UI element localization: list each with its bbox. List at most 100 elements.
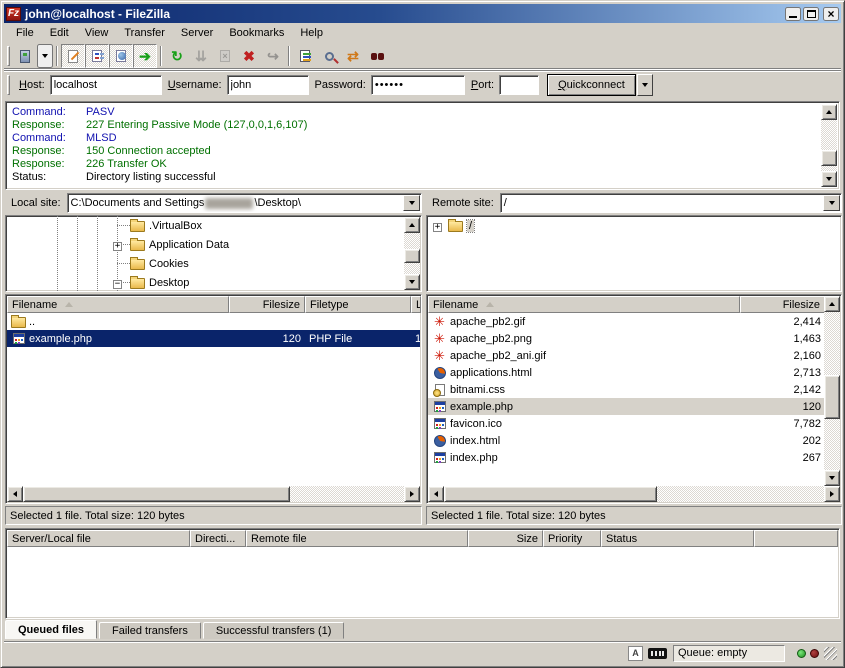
scroll-track[interactable]	[824, 312, 840, 470]
toggle-local-tree-button[interactable]	[85, 44, 109, 68]
file-row[interactable]: index.html202	[428, 432, 824, 449]
scroll-down-button[interactable]	[824, 470, 840, 486]
compare-button[interactable]	[317, 44, 341, 68]
file-row[interactable]: bitnami.css2,142	[428, 381, 824, 398]
menu-server[interactable]: Server	[173, 25, 221, 41]
speed-limit-icon[interactable]	[648, 648, 667, 659]
quickconnect-grip[interactable]	[7, 75, 10, 95]
scroll-thumb[interactable]	[824, 375, 840, 419]
scroll-up-button[interactable]	[404, 217, 420, 233]
scroll-thumb[interactable]	[444, 486, 657, 502]
host-input[interactable]	[50, 75, 162, 95]
scroll-track[interactable]	[404, 233, 420, 274]
cancel-button[interactable]: ×	[213, 44, 237, 68]
toolbar-grip[interactable]	[7, 46, 10, 66]
tab-failed-transfers[interactable]: Failed transfers	[99, 622, 201, 639]
column-header-filename[interactable]: Filename	[428, 296, 740, 313]
tab-queued-files[interactable]: Queued files	[5, 620, 97, 639]
menu-transfer[interactable]: Transfer	[116, 25, 173, 41]
scroll-thumb[interactable]	[23, 486, 290, 502]
process-queue-button[interactable]: ⇊	[189, 44, 213, 68]
queue-column-priority[interactable]: Priority	[543, 530, 601, 547]
scroll-left-button[interactable]	[428, 486, 444, 502]
username-input[interactable]	[227, 75, 309, 95]
remote-list-hscrollbar[interactable]	[428, 486, 840, 502]
scroll-down-button[interactable]	[404, 274, 420, 290]
scroll-thumb[interactable]	[404, 249, 420, 263]
tab-successful-transfers-1-[interactable]: Successful transfers (1)	[203, 622, 345, 639]
file-row[interactable]: applications.html2,713	[428, 364, 824, 381]
toggle-message-log-button[interactable]	[61, 44, 85, 68]
scroll-track[interactable]	[444, 486, 824, 502]
quickconnect-button[interactable]: Quickconnect	[547, 74, 636, 96]
file-row[interactable]: favicon.ico7,782	[428, 415, 824, 432]
local-list-hscrollbar[interactable]	[7, 486, 420, 502]
menu-view[interactable]: View	[77, 25, 117, 41]
queue-column-server-local-file[interactable]: Server/Local file	[7, 530, 190, 547]
message-log-vscrollbar[interactable]	[821, 104, 837, 187]
filter-button[interactable]	[293, 44, 317, 68]
column-header-filename[interactable]: Filename	[7, 296, 229, 313]
scroll-down-button[interactable]	[821, 171, 837, 187]
password-input[interactable]	[371, 75, 465, 95]
menu-edit[interactable]: Edit	[42, 25, 77, 41]
resize-grip[interactable]	[824, 647, 837, 660]
scroll-up-button[interactable]	[821, 104, 837, 120]
queue-column-remote-file[interactable]: Remote file	[246, 530, 468, 547]
column-header-filesize[interactable]: Filesize	[740, 296, 825, 313]
tree-item-cookies[interactable]: Cookies	[6, 254, 421, 273]
quickconnect-dropdown-button[interactable]	[637, 74, 653, 96]
column-header-filesize[interactable]: Filesize	[229, 296, 305, 313]
local-site-combobox[interactable]: C:\Documents and Settings \Desktop\	[67, 193, 422, 213]
queue-column-filler	[754, 530, 838, 547]
tree-item-root[interactable]: +/	[427, 216, 841, 235]
local-tree-vscrollbar[interactable]	[404, 217, 420, 290]
remote-site-combobox[interactable]: /	[500, 193, 842, 213]
scroll-right-button[interactable]	[824, 486, 840, 502]
site-manager-button[interactable]	[13, 44, 37, 68]
local-site-dropdown-button[interactable]	[403, 195, 420, 211]
menu-bookmarks[interactable]: Bookmarks	[221, 25, 292, 41]
remote-list-vscrollbar[interactable]	[824, 296, 840, 486]
file-row[interactable]: example.php120	[428, 398, 824, 415]
toggle-transfer-queue-button[interactable]: ➔	[133, 44, 157, 68]
tree-item-application-data[interactable]: +Application Data	[6, 235, 421, 254]
tree-item-desktop[interactable]: −Desktop	[6, 273, 421, 292]
remote-site-dropdown-button[interactable]	[823, 195, 840, 211]
minimize-button[interactable]	[785, 7, 801, 21]
scroll-up-button[interactable]	[824, 296, 840, 312]
file-row[interactable]: index.php267	[428, 449, 824, 466]
scroll-right-button[interactable]	[404, 486, 420, 502]
sync-browsing-button[interactable]: ⇄	[341, 44, 365, 68]
file-row[interactable]: example.php120PHP File1	[7, 330, 420, 347]
menu-file[interactable]: File	[8, 25, 42, 41]
port-input[interactable]	[499, 75, 539, 95]
collapse-icon[interactable]: −	[113, 280, 122, 289]
disconnect-button[interactable]: ✖	[237, 44, 261, 68]
queue-column-size[interactable]: Size	[468, 530, 543, 547]
scroll-track[interactable]	[23, 486, 404, 502]
close-button[interactable]: ×	[823, 7, 839, 21]
scroll-thumb[interactable]	[821, 150, 837, 166]
file-row[interactable]: ✳apache_pb2.gif2,414	[428, 313, 824, 330]
site-manager-dropdown-button[interactable]	[37, 44, 53, 68]
refresh-button[interactable]: ↻	[165, 44, 189, 68]
file-row[interactable]: ✳apache_pb2_ani.gif2,160	[428, 347, 824, 364]
scroll-track[interactable]	[821, 120, 837, 171]
column-header-l[interactable]: L	[411, 296, 421, 313]
expand-icon[interactable]: +	[113, 242, 122, 251]
queue-column-status[interactable]: Status	[601, 530, 754, 547]
titlebar[interactable]: Fz john@localhost - FileZilla ×	[4, 4, 841, 23]
column-header-filetype[interactable]: Filetype	[305, 296, 411, 313]
queue-column-directi-[interactable]: Directi...	[190, 530, 246, 547]
tree-item--virtualbox[interactable]: .VirtualBox	[6, 216, 421, 235]
file-row[interactable]: ..	[7, 313, 420, 330]
expand-icon[interactable]: +	[433, 223, 442, 232]
maximize-button[interactable]	[803, 7, 819, 21]
scroll-left-button[interactable]	[7, 486, 23, 502]
find-button[interactable]	[365, 44, 389, 68]
reconnect-button[interactable]: ↪	[261, 44, 285, 68]
file-row[interactable]: ✳apache_pb2.png1,463	[428, 330, 824, 347]
toggle-remote-tree-button[interactable]	[109, 44, 133, 68]
menu-help[interactable]: Help	[292, 25, 331, 41]
